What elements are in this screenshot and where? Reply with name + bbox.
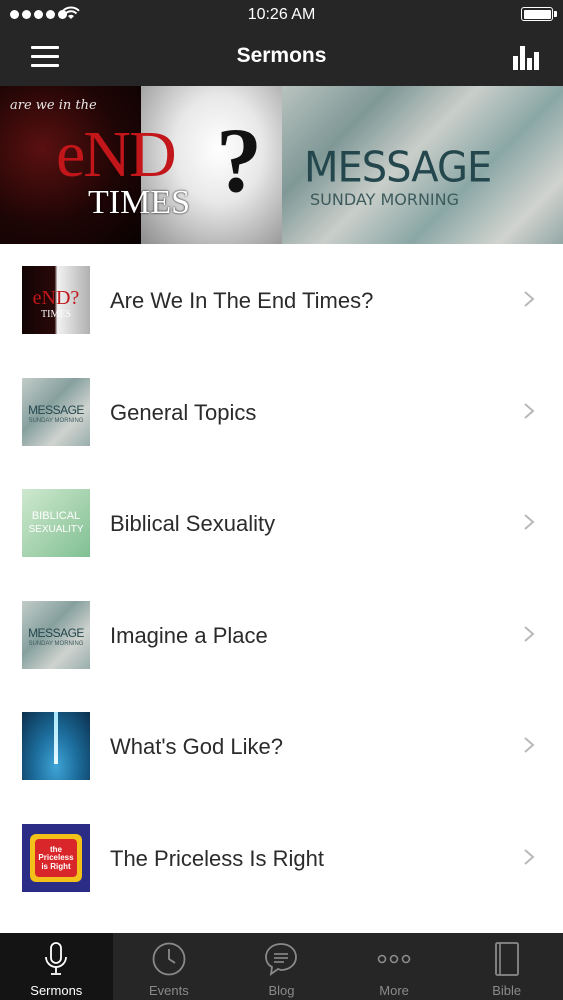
sermon-title: What's God Like? bbox=[110, 734, 283, 759]
sermon-title: The Priceless Is Right bbox=[110, 845, 324, 871]
page-title: Sermons bbox=[236, 44, 327, 67]
tab-events[interactable]: Events bbox=[113, 933, 226, 1000]
bar-chart-icon[interactable] bbox=[511, 42, 543, 72]
sermon-list: eND? TIMES Are We In The End Times? MESS… bbox=[0, 244, 563, 913]
tab-bar: Sermons Events Blog More Bible bbox=[0, 933, 563, 1000]
sermon-title: Are We In The End Times? bbox=[110, 288, 374, 313]
sermon-title: Imagine a Place bbox=[110, 622, 268, 648]
chevron-right-icon bbox=[524, 291, 535, 307]
tab-label: Sermons bbox=[30, 983, 83, 998]
banner-end-text: eND bbox=[56, 118, 177, 191]
list-item[interactable]: MESSAGE SUNDAY MORNING Imagine a Place bbox=[0, 578, 563, 690]
chevron-right-icon bbox=[524, 402, 535, 419]
chevron-right-icon bbox=[524, 848, 535, 865]
more-dots-icon bbox=[377, 954, 411, 964]
chat-bubble-icon bbox=[265, 943, 298, 976]
chevron-right-icon bbox=[524, 514, 535, 530]
sermon-thumbnail: the Priceless is Right bbox=[22, 823, 90, 892]
tab-label: Bible bbox=[492, 983, 522, 998]
tab-bible[interactable]: Bible bbox=[450, 933, 563, 1000]
sermon-title: General Topics bbox=[110, 399, 257, 425]
clock-icon bbox=[152, 942, 186, 976]
banner-small-text: are we in the bbox=[10, 98, 97, 113]
sermon-thumbnail bbox=[22, 712, 90, 780]
tab-more[interactable]: More bbox=[338, 933, 451, 1000]
sermon-thumbnail: eND? TIMES bbox=[22, 266, 90, 334]
tab-label: More bbox=[379, 983, 409, 998]
microphone-icon bbox=[45, 942, 68, 975]
tab-label: Events bbox=[149, 983, 189, 998]
banner-times-text: TIMES bbox=[88, 184, 190, 221]
tab-label: Blog bbox=[268, 983, 295, 998]
sermon-thumbnail: MESSAGE SUNDAY MORNING bbox=[22, 600, 90, 669]
tab-blog[interactable]: Blog bbox=[225, 933, 338, 1000]
list-item[interactable]: BIBLICAL SEXUALITY Biblical Sexuality bbox=[0, 467, 563, 579]
banner-message-title: MESSAGE bbox=[304, 143, 492, 193]
message-banner-image: MESSAGE SUNDAY MORNING bbox=[282, 86, 563, 244]
chevron-right-icon bbox=[524, 737, 535, 753]
banner-message-subtitle: SUNDAY MORNING bbox=[310, 190, 460, 209]
status-time: 10:26 AM bbox=[247, 6, 316, 23]
book-icon bbox=[494, 942, 519, 976]
tab-sermons[interactable]: Sermons bbox=[0, 933, 113, 1000]
sermon-banner[interactable]: are we in the eND ? TIMES MESSAGE SUNDAY… bbox=[0, 86, 563, 244]
list-item[interactable]: the Priceless is Right The Priceless Is … bbox=[0, 801, 563, 913]
battery-icon bbox=[521, 7, 557, 21]
sermon-title: Biblical Sexuality bbox=[110, 511, 276, 536]
end-times-banner-image: are we in the eND ? TIMES bbox=[0, 86, 282, 244]
list-item[interactable]: eND? TIMES Are We In The End Times? bbox=[0, 244, 563, 356]
sermon-thumbnail: BIBLICAL SEXUALITY bbox=[22, 489, 90, 557]
top-bar: 10:26 AM Sermons bbox=[0, 0, 563, 86]
status-bar: 10:26 AM bbox=[0, 0, 563, 30]
list-item[interactable]: MESSAGE SUNDAY MORNING General Topics bbox=[0, 355, 563, 467]
banner-question-mark: ? bbox=[216, 109, 262, 211]
navigation-bar: Sermons bbox=[0, 30, 563, 86]
list-item[interactable]: What's God Like? bbox=[0, 690, 563, 802]
chevron-right-icon bbox=[524, 625, 535, 642]
sermon-thumbnail: MESSAGE SUNDAY MORNING bbox=[22, 377, 90, 446]
